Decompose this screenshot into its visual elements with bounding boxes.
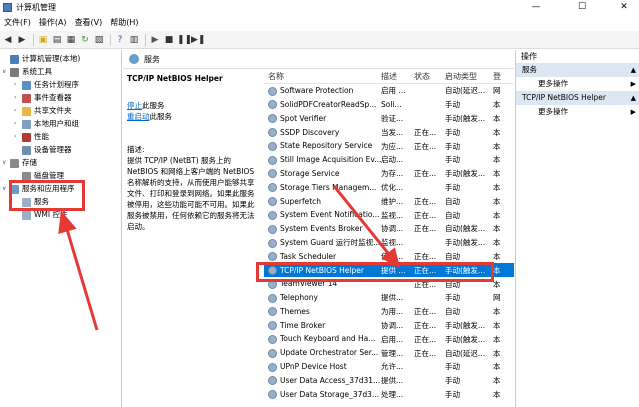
arrow-to-service xyxy=(332,185,394,259)
arrow-to-tree xyxy=(64,225,99,331)
annotation-arrows xyxy=(58,185,401,331)
arrow-to-tree-head xyxy=(58,210,77,235)
